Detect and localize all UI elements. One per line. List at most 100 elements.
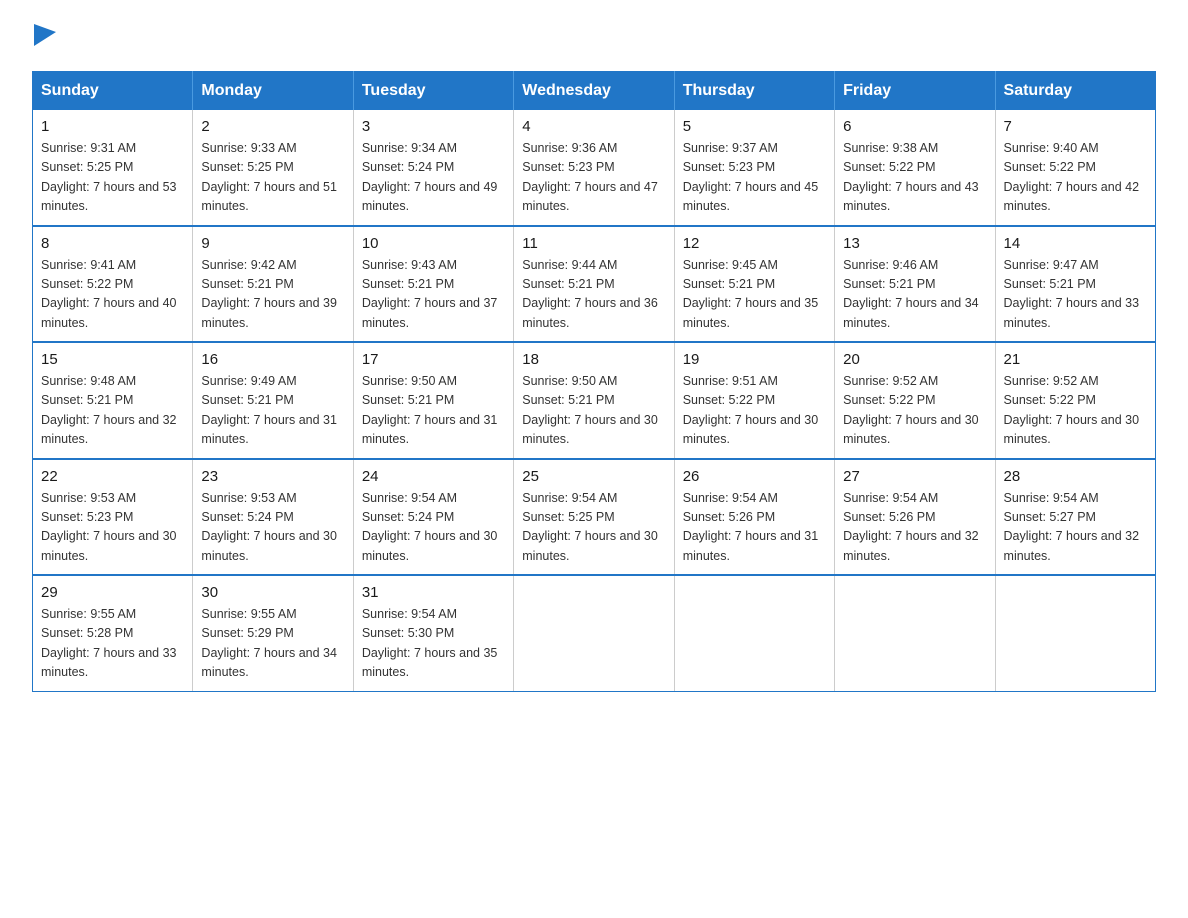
logo-flag-icon	[34, 24, 56, 46]
day-info: Sunrise: 9:52 AMSunset: 5:22 PMDaylight:…	[1004, 372, 1147, 450]
calendar-cell: 12 Sunrise: 9:45 AMSunset: 5:21 PMDaylig…	[674, 226, 834, 343]
calendar-cell: 15 Sunrise: 9:48 AMSunset: 5:21 PMDaylig…	[33, 342, 193, 459]
header-row: SundayMondayTuesdayWednesdayThursdayFrid…	[33, 72, 1156, 111]
day-info: Sunrise: 9:51 AMSunset: 5:22 PMDaylight:…	[683, 372, 826, 450]
calendar-body: 1 Sunrise: 9:31 AMSunset: 5:25 PMDayligh…	[33, 110, 1156, 691]
day-number: 11	[522, 235, 665, 252]
calendar-cell: 1 Sunrise: 9:31 AMSunset: 5:25 PMDayligh…	[33, 110, 193, 226]
calendar-week-4: 22 Sunrise: 9:53 AMSunset: 5:23 PMDaylig…	[33, 459, 1156, 576]
calendar-cell: 20 Sunrise: 9:52 AMSunset: 5:22 PMDaylig…	[835, 342, 995, 459]
calendar-week-3: 15 Sunrise: 9:48 AMSunset: 5:21 PMDaylig…	[33, 342, 1156, 459]
day-number: 14	[1004, 235, 1147, 252]
day-number: 12	[683, 235, 826, 252]
day-info: Sunrise: 9:54 AMSunset: 5:26 PMDaylight:…	[683, 489, 826, 567]
day-info: Sunrise: 9:54 AMSunset: 5:27 PMDaylight:…	[1004, 489, 1147, 567]
day-info: Sunrise: 9:52 AMSunset: 5:22 PMDaylight:…	[843, 372, 986, 450]
day-info: Sunrise: 9:42 AMSunset: 5:21 PMDaylight:…	[201, 256, 344, 334]
calendar-cell: 27 Sunrise: 9:54 AMSunset: 5:26 PMDaylig…	[835, 459, 995, 576]
day-info: Sunrise: 9:47 AMSunset: 5:21 PMDaylight:…	[1004, 256, 1147, 334]
calendar-cell: 9 Sunrise: 9:42 AMSunset: 5:21 PMDayligh…	[193, 226, 353, 343]
calendar-cell: 8 Sunrise: 9:41 AMSunset: 5:22 PMDayligh…	[33, 226, 193, 343]
day-number: 22	[41, 468, 184, 485]
calendar-cell: 19 Sunrise: 9:51 AMSunset: 5:22 PMDaylig…	[674, 342, 834, 459]
day-info: Sunrise: 9:41 AMSunset: 5:22 PMDaylight:…	[41, 256, 184, 334]
page-header	[32, 24, 1156, 51]
day-number: 6	[843, 118, 986, 135]
day-number: 31	[362, 584, 505, 601]
day-info: Sunrise: 9:37 AMSunset: 5:23 PMDaylight:…	[683, 139, 826, 217]
day-number: 16	[201, 351, 344, 368]
calendar-cell: 28 Sunrise: 9:54 AMSunset: 5:27 PMDaylig…	[995, 459, 1155, 576]
calendar-cell: 30 Sunrise: 9:55 AMSunset: 5:29 PMDaylig…	[193, 575, 353, 691]
calendar-cell: 25 Sunrise: 9:54 AMSunset: 5:25 PMDaylig…	[514, 459, 674, 576]
day-info: Sunrise: 9:31 AMSunset: 5:25 PMDaylight:…	[41, 139, 184, 217]
header-day-friday: Friday	[835, 72, 995, 111]
day-number: 5	[683, 118, 826, 135]
calendar-cell	[674, 575, 834, 691]
calendar-cell: 13 Sunrise: 9:46 AMSunset: 5:21 PMDaylig…	[835, 226, 995, 343]
day-info: Sunrise: 9:54 AMSunset: 5:30 PMDaylight:…	[362, 605, 505, 683]
calendar-cell: 23 Sunrise: 9:53 AMSunset: 5:24 PMDaylig…	[193, 459, 353, 576]
day-info: Sunrise: 9:44 AMSunset: 5:21 PMDaylight:…	[522, 256, 665, 334]
calendar-cell	[514, 575, 674, 691]
day-info: Sunrise: 9:54 AMSunset: 5:25 PMDaylight:…	[522, 489, 665, 567]
day-info: Sunrise: 9:54 AMSunset: 5:24 PMDaylight:…	[362, 489, 505, 567]
day-number: 28	[1004, 468, 1147, 485]
calendar-cell: 26 Sunrise: 9:54 AMSunset: 5:26 PMDaylig…	[674, 459, 834, 576]
day-number: 15	[41, 351, 184, 368]
calendar-cell: 5 Sunrise: 9:37 AMSunset: 5:23 PMDayligh…	[674, 110, 834, 226]
header-day-sunday: Sunday	[33, 72, 193, 111]
header-day-saturday: Saturday	[995, 72, 1155, 111]
calendar-cell: 6 Sunrise: 9:38 AMSunset: 5:22 PMDayligh…	[835, 110, 995, 226]
header-day-wednesday: Wednesday	[514, 72, 674, 111]
calendar-cell: 18 Sunrise: 9:50 AMSunset: 5:21 PMDaylig…	[514, 342, 674, 459]
calendar-cell: 22 Sunrise: 9:53 AMSunset: 5:23 PMDaylig…	[33, 459, 193, 576]
calendar-cell: 11 Sunrise: 9:44 AMSunset: 5:21 PMDaylig…	[514, 226, 674, 343]
calendar-cell: 10 Sunrise: 9:43 AMSunset: 5:21 PMDaylig…	[353, 226, 513, 343]
calendar-cell: 4 Sunrise: 9:36 AMSunset: 5:23 PMDayligh…	[514, 110, 674, 226]
day-number: 20	[843, 351, 986, 368]
day-number: 23	[201, 468, 344, 485]
day-info: Sunrise: 9:45 AMSunset: 5:21 PMDaylight:…	[683, 256, 826, 334]
calendar-cell: 21 Sunrise: 9:52 AMSunset: 5:22 PMDaylig…	[995, 342, 1155, 459]
logo	[32, 24, 56, 51]
day-info: Sunrise: 9:48 AMSunset: 5:21 PMDaylight:…	[41, 372, 184, 450]
day-number: 3	[362, 118, 505, 135]
calendar-cell: 29 Sunrise: 9:55 AMSunset: 5:28 PMDaylig…	[33, 575, 193, 691]
day-info: Sunrise: 9:33 AMSunset: 5:25 PMDaylight:…	[201, 139, 344, 217]
calendar-week-2: 8 Sunrise: 9:41 AMSunset: 5:22 PMDayligh…	[33, 226, 1156, 343]
day-info: Sunrise: 9:36 AMSunset: 5:23 PMDaylight:…	[522, 139, 665, 217]
calendar-cell: 24 Sunrise: 9:54 AMSunset: 5:24 PMDaylig…	[353, 459, 513, 576]
day-number: 10	[362, 235, 505, 252]
calendar-week-1: 1 Sunrise: 9:31 AMSunset: 5:25 PMDayligh…	[33, 110, 1156, 226]
day-number: 21	[1004, 351, 1147, 368]
day-number: 4	[522, 118, 665, 135]
calendar-cell: 3 Sunrise: 9:34 AMSunset: 5:24 PMDayligh…	[353, 110, 513, 226]
calendar-week-5: 29 Sunrise: 9:55 AMSunset: 5:28 PMDaylig…	[33, 575, 1156, 691]
day-info: Sunrise: 9:34 AMSunset: 5:24 PMDaylight:…	[362, 139, 505, 217]
day-info: Sunrise: 9:40 AMSunset: 5:22 PMDaylight:…	[1004, 139, 1147, 217]
day-number: 19	[683, 351, 826, 368]
calendar-cell	[995, 575, 1155, 691]
day-number: 17	[362, 351, 505, 368]
day-number: 9	[201, 235, 344, 252]
calendar-cell	[835, 575, 995, 691]
day-info: Sunrise: 9:53 AMSunset: 5:23 PMDaylight:…	[41, 489, 184, 567]
calendar-table: SundayMondayTuesdayWednesdayThursdayFrid…	[32, 71, 1156, 692]
header-day-tuesday: Tuesday	[353, 72, 513, 111]
day-number: 18	[522, 351, 665, 368]
day-info: Sunrise: 9:50 AMSunset: 5:21 PMDaylight:…	[362, 372, 505, 450]
calendar-cell: 17 Sunrise: 9:50 AMSunset: 5:21 PMDaylig…	[353, 342, 513, 459]
day-number: 24	[362, 468, 505, 485]
day-number: 29	[41, 584, 184, 601]
day-info: Sunrise: 9:55 AMSunset: 5:29 PMDaylight:…	[201, 605, 344, 683]
day-info: Sunrise: 9:50 AMSunset: 5:21 PMDaylight:…	[522, 372, 665, 450]
calendar-cell: 7 Sunrise: 9:40 AMSunset: 5:22 PMDayligh…	[995, 110, 1155, 226]
day-info: Sunrise: 9:53 AMSunset: 5:24 PMDaylight:…	[201, 489, 344, 567]
day-number: 8	[41, 235, 184, 252]
calendar-cell: 2 Sunrise: 9:33 AMSunset: 5:25 PMDayligh…	[193, 110, 353, 226]
day-number: 26	[683, 468, 826, 485]
calendar-cell: 16 Sunrise: 9:49 AMSunset: 5:21 PMDaylig…	[193, 342, 353, 459]
day-number: 2	[201, 118, 344, 135]
day-number: 30	[201, 584, 344, 601]
